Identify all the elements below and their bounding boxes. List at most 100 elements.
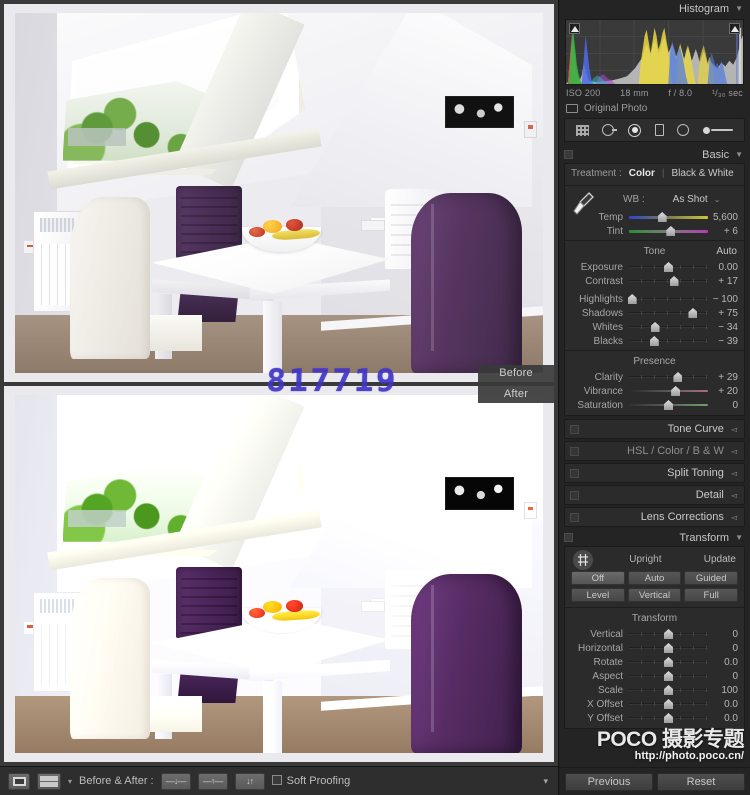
- basic-panel-header[interactable]: Basic ▼: [559, 146, 750, 163]
- after-photo[interactable]: [4, 386, 554, 762]
- slider-saturation[interactable]: Saturation 0: [565, 398, 744, 412]
- chevron-down-icon[interactable]: ▾: [68, 777, 72, 786]
- histogram-header[interactable]: Histogram ▼: [559, 0, 750, 17]
- panel-detail[interactable]: Detail ◅: [564, 485, 745, 505]
- slider-value[interactable]: 5,600: [708, 212, 738, 223]
- slider-value[interactable]: − 39: [708, 336, 738, 347]
- spot-removal-icon[interactable]: [602, 124, 618, 136]
- upright-update-button[interactable]: Update: [704, 554, 736, 565]
- slider-exposure[interactable]: Exposure 0.00: [565, 260, 744, 274]
- panel-toggle-icon[interactable]: [570, 491, 579, 500]
- slider-scale[interactable]: Scale 100: [565, 683, 744, 697]
- upright-tool-icon[interactable]: [573, 550, 593, 570]
- slider-value[interactable]: + 20: [708, 386, 738, 397]
- slider-value[interactable]: 0.0: [708, 657, 738, 668]
- slider-knob[interactable]: [673, 372, 683, 382]
- upright-level-button[interactable]: Level: [571, 588, 625, 602]
- panel-toggle-icon[interactable]: [570, 469, 579, 478]
- upright-guided-button[interactable]: Guided: [684, 571, 739, 585]
- auto-tone-button[interactable]: Auto: [716, 246, 737, 257]
- slider-rotate[interactable]: Rotate 0.0: [565, 655, 744, 669]
- reset-button[interactable]: Reset: [657, 772, 745, 791]
- slider-knob[interactable]: [664, 699, 673, 709]
- right-panel[interactable]: Histogram ▼ ISO 200 18 mm f / 8.0 ¹/₃₀ s…: [558, 0, 750, 795]
- slider-track[interactable]: [629, 321, 708, 333]
- image-stage[interactable]: Before After 817719: [0, 0, 558, 766]
- shadow-clipping-indicator[interactable]: [569, 23, 580, 34]
- triangle-down-icon[interactable]: ▼: [735, 533, 743, 542]
- panel-toggle-icon[interactable]: [570, 513, 579, 522]
- slider-knob[interactable]: [657, 212, 667, 222]
- slider-track[interactable]: [629, 385, 708, 397]
- slider-knob[interactable]: [649, 336, 659, 346]
- slider-track[interactable]: [629, 307, 708, 319]
- collapse-arrow-icon[interactable]: ◅: [731, 425, 737, 434]
- slider-knob[interactable]: [671, 386, 681, 396]
- white-balance-row[interactable]: WB : As Shot ⌄: [565, 188, 744, 215]
- collapse-arrow-icon[interactable]: ◅: [731, 447, 737, 456]
- slider-vibrance[interactable]: Vibrance + 20: [565, 384, 744, 398]
- slider-knob[interactable]: [688, 308, 698, 318]
- graduated-filter-icon[interactable]: [654, 124, 664, 136]
- soft-proofing-checkbox[interactable]: [271, 775, 282, 785]
- crop-overlay-icon[interactable]: [575, 124, 589, 136]
- upright-auto-button[interactable]: Auto: [627, 571, 682, 585]
- slider-track[interactable]: [629, 628, 708, 640]
- radial-filter-icon[interactable]: [677, 124, 690, 136]
- slider-value[interactable]: 100: [708, 685, 738, 696]
- upright-full-button[interactable]: Full: [684, 588, 739, 602]
- slider-knob[interactable]: [664, 400, 673, 410]
- slider-value[interactable]: 0.00: [708, 262, 738, 273]
- slider-whites[interactable]: Whites − 34: [565, 320, 744, 334]
- panel-hsl-color-bw[interactable]: HSL / Color / B & W ◅: [564, 441, 745, 461]
- slider-value[interactable]: 0.0: [708, 699, 738, 710]
- slider-blacks[interactable]: Blacks − 39: [565, 334, 744, 348]
- slider-value[interactable]: + 29: [708, 372, 738, 383]
- collapse-arrow-icon[interactable]: ◅: [731, 513, 737, 522]
- basic-panel-toggle-icon[interactable]: [564, 150, 573, 159]
- copy-after-settings-to-before-button[interactable]: —↓—: [160, 772, 191, 790]
- slider-value[interactable]: 0: [708, 643, 738, 654]
- white-balance-selector-icon[interactable]: [573, 191, 595, 217]
- slider-track[interactable]: [629, 225, 708, 237]
- soft-proofing-toggle[interactable]: Soft Proofing: [271, 775, 350, 787]
- upright-buttons-row-2[interactable]: Level Vertical Full: [565, 588, 744, 605]
- slider-highlights[interactable]: Highlights − 100: [565, 292, 744, 306]
- slider-track[interactable]: [629, 656, 708, 668]
- copy-before-settings-to-after-button[interactable]: —↑—: [197, 772, 228, 790]
- treatment-color-option[interactable]: Color: [622, 168, 662, 179]
- slider-track[interactable]: [629, 642, 708, 654]
- view-toolbar[interactable]: ▾ Before & After : —↓— —↑— ↓↑ Soft Proof…: [0, 766, 558, 795]
- panel-bottom-buttons[interactable]: Previous Reset: [559, 767, 750, 795]
- slider-value[interactable]: − 100: [708, 294, 738, 305]
- adjustment-brush-icon[interactable]: [703, 126, 734, 134]
- panel-lens-corrections[interactable]: Lens Corrections ◅: [564, 507, 745, 527]
- slider-track[interactable]: [629, 712, 708, 724]
- panel-toggle-icon[interactable]: [570, 425, 579, 434]
- slider-track[interactable]: [629, 684, 708, 696]
- slider-track[interactable]: [629, 211, 708, 223]
- original-photo-row[interactable]: Original Photo: [566, 103, 743, 114]
- slider-vertical[interactable]: Vertical 0: [565, 627, 744, 641]
- panel-tone-curve[interactable]: Tone Curve ◅: [564, 419, 745, 439]
- triangle-down-icon[interactable]: ▼: [735, 4, 743, 13]
- treatment-row[interactable]: Treatment : Color | Black & White: [565, 164, 744, 183]
- chevron-down-icon[interactable]: ⌄: [714, 195, 721, 204]
- slider-knob[interactable]: [666, 226, 676, 236]
- collapse-arrow-icon[interactable]: ◅: [731, 491, 737, 500]
- wb-preset-value[interactable]: As Shot: [673, 194, 708, 205]
- slider-horizontal[interactable]: Horizontal 0: [565, 641, 744, 655]
- swap-before-after-settings-button[interactable]: ↓↑: [234, 772, 265, 790]
- slider-track[interactable]: [629, 670, 708, 682]
- previous-button[interactable]: Previous: [565, 772, 653, 791]
- triangle-down-icon[interactable]: ▼: [735, 150, 743, 159]
- slider-track[interactable]: [629, 275, 708, 287]
- slider-value[interactable]: + 17: [708, 276, 738, 287]
- slider-value[interactable]: 0: [708, 671, 738, 682]
- upright-vertical-button[interactable]: Vertical: [627, 588, 682, 602]
- slider-tint[interactable]: Tint + 6: [565, 224, 744, 238]
- slider-y-offset[interactable]: Y Offset 0.0: [565, 711, 744, 725]
- slider-knob[interactable]: [664, 262, 673, 272]
- upright-row[interactable]: Upright Update: [565, 547, 744, 571]
- slider-clarity[interactable]: Clarity + 29: [565, 370, 744, 384]
